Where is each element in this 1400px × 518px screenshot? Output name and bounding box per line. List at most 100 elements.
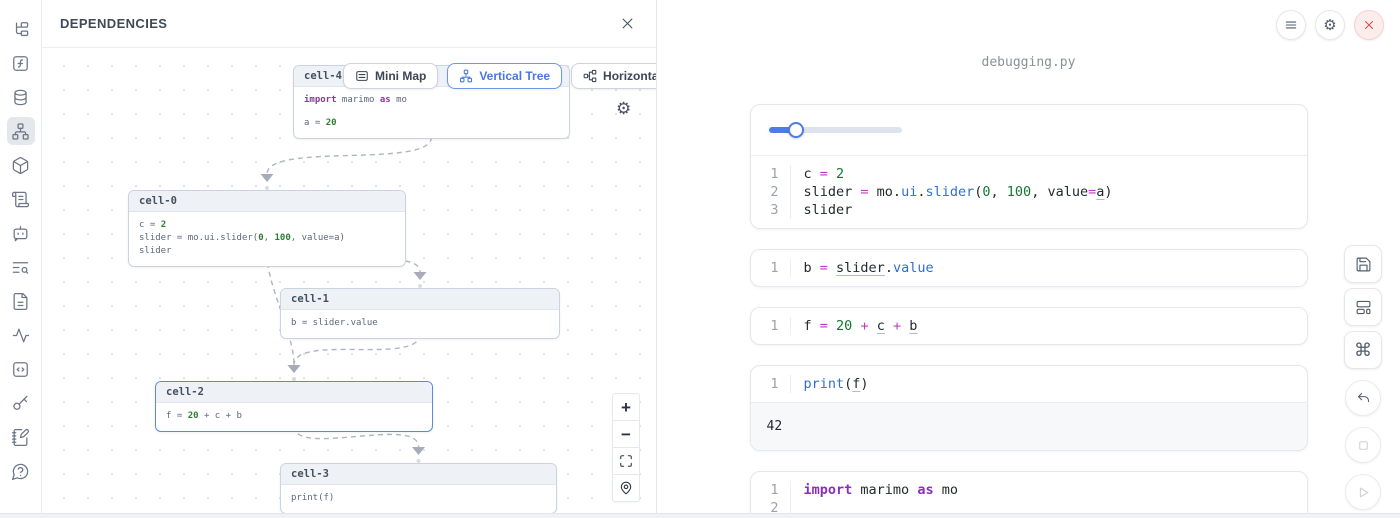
pin-button[interactable] xyxy=(612,474,640,502)
scroll-text-icon xyxy=(11,190,30,209)
code-line: print(f) xyxy=(791,375,869,393)
save-button[interactable] xyxy=(1344,245,1382,283)
line-number: 1 xyxy=(751,259,791,277)
command-icon: ⌘ xyxy=(1354,341,1372,359)
code-editor[interactable]: 1 import marimo as mo 2 xyxy=(751,472,1307,518)
line-number: 1 xyxy=(751,165,791,183)
zoom-in-button[interactable]: + xyxy=(612,393,640,421)
sidebar-item-snippets[interactable] xyxy=(7,355,35,383)
code-row: 1 import marimo as mo xyxy=(751,481,1307,499)
slider-thumb[interactable] xyxy=(788,122,804,138)
node-code: b = slider.value xyxy=(281,310,559,338)
node-title: cell-3 xyxy=(281,464,556,485)
node-code-line: print(f) xyxy=(291,492,546,505)
layout-button[interactable] xyxy=(1344,288,1382,326)
sidebar-item-outline-search[interactable] xyxy=(7,253,35,281)
sidebar-item-chat[interactable] xyxy=(7,219,35,247)
activity-icon xyxy=(11,326,30,345)
node-title: cell-1 xyxy=(281,289,559,310)
fit-view-button[interactable] xyxy=(612,447,640,475)
sidebar-item-packages[interactable] xyxy=(7,151,35,179)
graph-node-cell-1[interactable]: cell-1 b = slider.value xyxy=(280,288,560,339)
slider-widget[interactable] xyxy=(769,122,902,138)
list-tree-icon xyxy=(11,20,30,39)
view-button-label: Horizontal Tree xyxy=(603,69,656,83)
database-icon xyxy=(11,88,30,107)
list-search-icon xyxy=(11,258,30,277)
cell-output-widget xyxy=(751,105,1307,155)
line-number: 1 xyxy=(751,375,791,393)
view-button-label: Mini Map xyxy=(375,69,426,83)
zoom-in-icon: + xyxy=(621,399,631,416)
dependency-graph-canvas[interactable]: Mini Map Vertical Tree Horizontal Tree ⚙ +… xyxy=(42,48,656,518)
shutdown-button[interactable] xyxy=(1354,10,1384,40)
undo-button[interactable] xyxy=(1345,380,1381,416)
sidebar-item-file-explorer[interactable] xyxy=(7,15,35,43)
sidebar-item-dependencies[interactable] xyxy=(7,117,35,145)
key-icon xyxy=(11,394,30,413)
sidebar-item-secrets[interactable] xyxy=(7,389,35,417)
node-code-line: slider xyxy=(139,245,395,258)
node-code: c = 2slider = mo.ui.slider(0, 100, value… xyxy=(129,212,405,266)
code-row: 2 slider = mo.ui.slider(0, 100, value=a) xyxy=(751,183,1307,201)
play-icon xyxy=(1356,485,1371,500)
graph-node-cell-3[interactable]: cell-3 print(f) xyxy=(280,463,557,514)
node-title: cell-2 xyxy=(156,382,432,403)
graph-node-cell-2[interactable]: cell-2 f = 20 + c + b xyxy=(155,381,433,432)
horizontal-tree-button[interactable]: Horizontal Tree xyxy=(571,63,656,89)
code-line: import marimo as mo xyxy=(791,481,958,499)
notebook-pen-icon xyxy=(11,428,30,447)
dependencies-panel: DEPENDENCIES Mini MapVertical TreeHorizo… xyxy=(42,0,657,518)
code-editor[interactable]: 1 c = 2 2 slider = mo.ui.slider(0, 100, … xyxy=(751,156,1307,228)
node-code: import marimo as moa = 20 xyxy=(294,87,569,138)
code-row: 1 b = slider.value xyxy=(751,259,1307,277)
sidebar-item-datasources[interactable] xyxy=(7,83,35,111)
stop-button xyxy=(1345,427,1381,463)
run-button xyxy=(1345,474,1381,510)
code-editor[interactable]: 1 print(f) xyxy=(751,366,1307,402)
graph-node-cell-0[interactable]: cell-0 c = 2slider = mo.ui.slider(0, 100… xyxy=(128,190,406,267)
graph-settings-gear-icon[interactable]: ⚙ xyxy=(616,100,631,117)
notebook-cell: 1 f = 20 + c + b xyxy=(750,307,1308,345)
bot-message-icon xyxy=(11,224,30,243)
graph-zoom-controls: +− xyxy=(612,393,640,502)
sidebar-item-tracing[interactable] xyxy=(7,321,35,349)
notebook-filename[interactable]: debugging.py xyxy=(657,55,1400,70)
sidebar-item-variables[interactable] xyxy=(7,49,35,77)
marimo-app: DEPENDENCIES Mini MapVertical TreeHorizo… xyxy=(0,0,1400,518)
notebook-cell: 1 b = slider.value xyxy=(750,249,1308,287)
zoom-out-icon: − xyxy=(621,426,631,443)
vertical-tree-button[interactable]: Vertical Tree xyxy=(447,63,562,89)
settings-button[interactable]: ⚙ xyxy=(1315,10,1345,40)
notebook-cell: 1 import marimo as mo 2 xyxy=(750,471,1308,518)
app-controls: ⚙ xyxy=(1276,10,1384,40)
file-text-icon xyxy=(11,292,30,311)
gear-icon: ⚙ xyxy=(1323,18,1336,33)
menu-button[interactable] xyxy=(1276,10,1306,40)
sidebar-item-scratchpad[interactable] xyxy=(7,423,35,451)
pin-icon xyxy=(619,481,633,495)
notebook-cell: 1 c = 2 2 slider = mo.ui.slider(0, 100, … xyxy=(750,104,1308,229)
bottom-strip xyxy=(0,513,1400,518)
undo-icon xyxy=(1356,391,1371,406)
code-editor[interactable]: 1 b = slider.value xyxy=(751,250,1307,286)
command-palette-button[interactable]: ⌘ xyxy=(1344,331,1382,369)
line-number: 1 xyxy=(751,317,791,335)
graph-view-toolbar: Mini Map Vertical Tree Horizontal Tree xyxy=(343,63,656,89)
horizontal-tree-icon xyxy=(583,69,597,83)
sidebar-item-documentation[interactable] xyxy=(7,287,35,315)
sidebar-item-logs[interactable] xyxy=(7,185,35,213)
sidebar-icon-rail xyxy=(0,0,42,518)
notebook-action-rail: ⌘ xyxy=(1344,245,1382,510)
code-editor[interactable]: 1 f = 20 + c + b xyxy=(751,308,1307,344)
mini-map-button[interactable]: Mini Map xyxy=(343,63,438,89)
function-square-icon xyxy=(11,54,30,73)
node-code-line: c = 2 xyxy=(139,219,395,232)
code-line: b = slider.value xyxy=(791,259,934,277)
minimap-icon xyxy=(355,69,369,83)
code-row: 1 c = 2 xyxy=(751,165,1307,183)
close-panel-button[interactable] xyxy=(616,13,638,35)
close-icon xyxy=(1362,18,1376,32)
zoom-out-button[interactable]: − xyxy=(612,420,640,448)
sidebar-item-help[interactable] xyxy=(7,457,35,485)
